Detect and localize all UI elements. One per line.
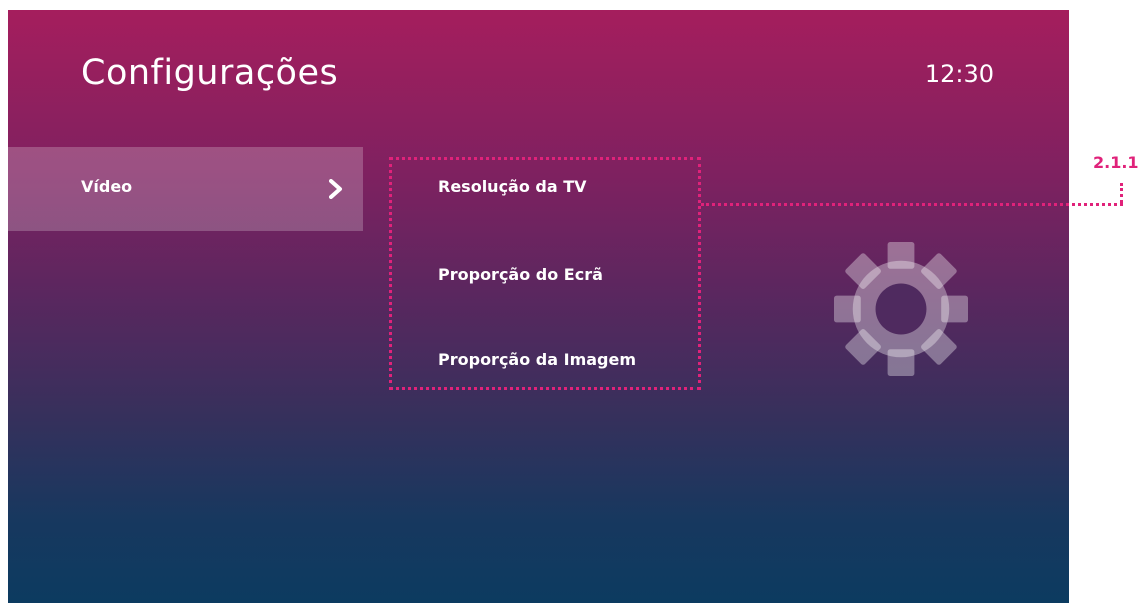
annotation-connector-vertical bbox=[1120, 183, 1123, 203]
menu-item-tv-resolution[interactable]: Resolução da TV bbox=[438, 177, 587, 196]
annotation-label: 2.1.1 bbox=[1093, 153, 1139, 172]
chevron-right-icon bbox=[329, 179, 342, 199]
tv-screen: Configurações 12:30 Vídeo Resolução da T… bbox=[8, 10, 1069, 603]
clock: 12:30 bbox=[924, 60, 994, 88]
menu-item-screen-ratio[interactable]: Proporção do Ecrã bbox=[438, 265, 603, 284]
menu-item-image-ratio[interactable]: Proporção da Imagem bbox=[438, 350, 636, 369]
sidebar-item-label: Vídeo bbox=[81, 177, 133, 196]
gear-icon bbox=[834, 242, 968, 376]
page-title: Configurações bbox=[81, 53, 339, 93]
sidebar-item-video[interactable]: Vídeo bbox=[8, 147, 363, 231]
annotation-connector-line bbox=[701, 203, 1123, 206]
